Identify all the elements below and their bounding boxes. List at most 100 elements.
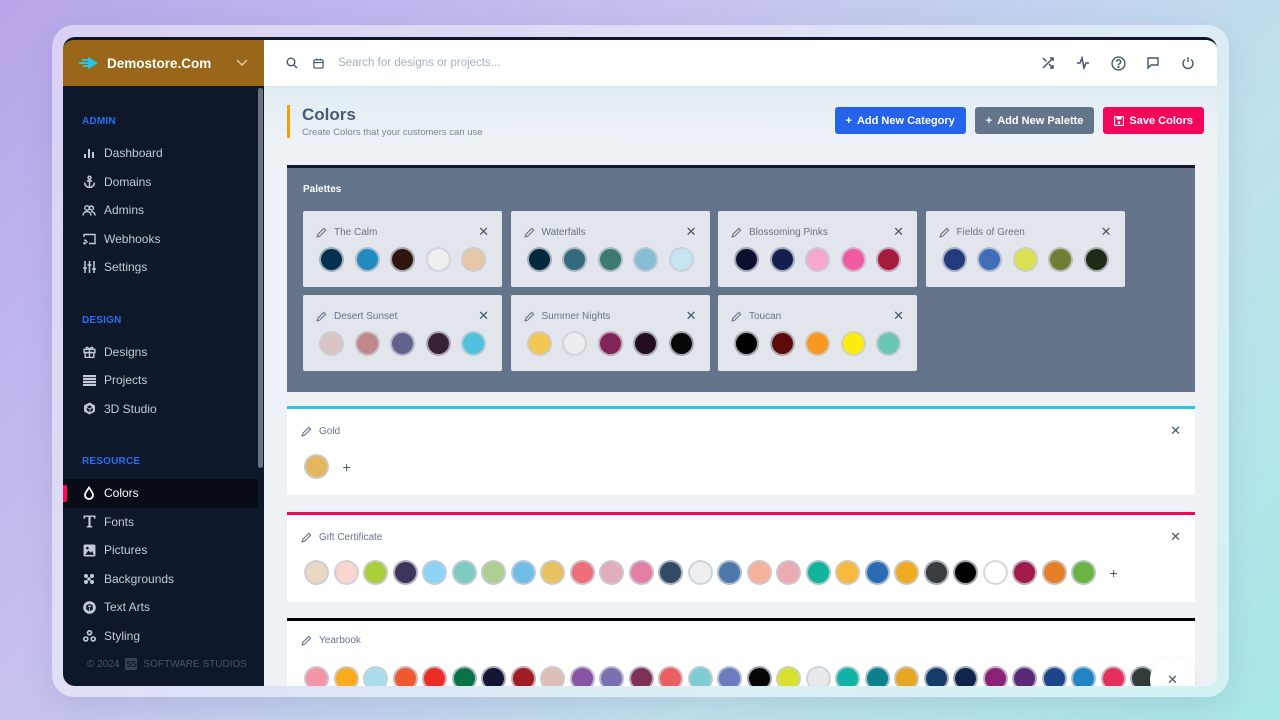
help-icon[interactable]: [1109, 54, 1127, 72]
color-swatch[interactable]: [333, 560, 359, 585]
close-icon[interactable]: ✕: [893, 224, 904, 240]
color-swatch[interactable]: [422, 560, 447, 585]
color-swatch[interactable]: [481, 666, 506, 686]
color-swatch[interactable]: [668, 247, 694, 272]
color-swatch[interactable]: [776, 560, 801, 585]
color-swatch[interactable]: [1041, 666, 1067, 686]
color-swatch[interactable]: [977, 247, 1002, 272]
sidebar-item-admins[interactable]: Admins: [63, 196, 264, 225]
edit-pencil-icon[interactable]: [301, 635, 319, 646]
color-swatch[interactable]: [953, 666, 978, 686]
brand-switcher[interactable]: Demostore.Com: [63, 40, 264, 86]
search-icon[interactable]: [284, 55, 300, 71]
edit-pencil-icon[interactable]: [731, 311, 749, 322]
close-icon[interactable]: ✕: [686, 224, 697, 240]
color-swatch[interactable]: [363, 666, 388, 686]
color-swatch[interactable]: [769, 331, 795, 356]
edit-pencil-icon[interactable]: [316, 311, 334, 322]
color-swatch[interactable]: [510, 560, 536, 585]
color-swatch[interactable]: [628, 560, 654, 585]
color-swatch[interactable]: [805, 247, 830, 272]
color-swatch[interactable]: [304, 454, 329, 479]
color-swatch[interactable]: [333, 666, 359, 686]
color-swatch[interactable]: [1041, 560, 1067, 585]
color-swatch[interactable]: [776, 666, 801, 686]
color-swatch[interactable]: [451, 560, 477, 585]
color-swatch[interactable]: [1071, 560, 1096, 585]
add-color-icon[interactable]: +: [1110, 565, 1118, 581]
close-icon[interactable]: ✕: [1170, 529, 1181, 545]
sidebar-item-dashboard[interactable]: Dashboard: [63, 139, 264, 168]
color-swatch[interactable]: [425, 331, 451, 356]
calendar-icon[interactable]: [310, 55, 326, 71]
color-swatch[interactable]: [510, 666, 536, 686]
color-swatch[interactable]: [734, 331, 759, 356]
color-swatch[interactable]: [923, 666, 949, 686]
edit-pencil-icon[interactable]: [523, 311, 542, 322]
color-swatch[interactable]: [835, 666, 860, 686]
color-swatch[interactable]: [304, 560, 329, 585]
color-swatch[interactable]: [941, 247, 967, 272]
color-swatch[interactable]: [1083, 247, 1109, 272]
color-swatch[interactable]: [363, 560, 388, 585]
sidebar-item-text-arts[interactable]: Text Arts: [63, 593, 264, 622]
sidebar-item-fonts[interactable]: Fonts: [63, 508, 264, 537]
color-swatch[interactable]: [953, 560, 978, 585]
color-swatch[interactable]: [633, 331, 658, 356]
color-swatch[interactable]: [526, 331, 552, 356]
color-swatch[interactable]: [481, 560, 506, 585]
color-swatch[interactable]: [805, 560, 831, 585]
color-swatch[interactable]: [540, 666, 565, 686]
color-swatch[interactable]: [1012, 560, 1037, 585]
sidebar-item-backgrounds[interactable]: Backgrounds: [63, 565, 264, 594]
close-icon[interactable]: ✕: [893, 308, 904, 324]
close-icon[interactable]: ✕: [478, 308, 489, 324]
color-swatch[interactable]: [746, 666, 772, 686]
sidebar-item-pictures[interactable]: Pictures: [63, 536, 264, 565]
save-colors-button[interactable]: Save Colors: [1103, 107, 1204, 134]
sidebar-item-domains[interactable]: Domains: [63, 168, 264, 197]
color-swatch[interactable]: [354, 247, 380, 272]
color-swatch[interactable]: [876, 247, 901, 272]
color-swatch[interactable]: [805, 666, 831, 686]
color-swatch[interactable]: [840, 247, 866, 272]
edit-pencil-icon[interactable]: [316, 227, 334, 238]
color-swatch[interactable]: [461, 247, 486, 272]
color-swatch[interactable]: [304, 666, 329, 686]
search-input[interactable]: [338, 57, 738, 69]
color-swatch[interactable]: [390, 247, 415, 272]
color-swatch[interactable]: [319, 247, 344, 272]
sidebar-item-colors[interactable]: Colors: [63, 479, 258, 508]
color-swatch[interactable]: [451, 666, 477, 686]
color-swatch[interactable]: [599, 666, 624, 686]
power-icon[interactable]: [1179, 54, 1197, 72]
color-swatch[interactable]: [687, 666, 713, 686]
message-icon[interactable]: [1144, 54, 1162, 72]
color-swatch[interactable]: [876, 331, 901, 356]
color-swatch[interactable]: [569, 560, 595, 585]
close-icon[interactable]: ✕: [1101, 224, 1112, 240]
edit-pencil-icon[interactable]: [523, 227, 542, 238]
color-swatch[interactable]: [1012, 247, 1038, 272]
color-swatch[interactable]: [633, 247, 658, 272]
color-swatch[interactable]: [1012, 666, 1037, 686]
color-swatch[interactable]: [1071, 666, 1096, 686]
color-swatch[interactable]: [864, 560, 890, 585]
color-swatch[interactable]: [717, 560, 742, 585]
color-swatch[interactable]: [540, 560, 565, 585]
color-swatch[interactable]: [864, 666, 890, 686]
color-swatch[interactable]: [805, 331, 830, 356]
color-swatch[interactable]: [562, 331, 587, 356]
color-swatch[interactable]: [894, 666, 919, 686]
color-swatch[interactable]: [390, 331, 415, 356]
sidebar-item-projects[interactable]: Projects: [63, 366, 264, 395]
color-swatch[interactable]: [982, 666, 1008, 686]
color-swatch[interactable]: [319, 331, 344, 356]
color-swatch[interactable]: [526, 247, 552, 272]
shuffle-icon[interactable]: [1039, 54, 1057, 72]
color-swatch[interactable]: [562, 247, 587, 272]
color-swatch[interactable]: [628, 666, 654, 686]
edit-pencil-icon[interactable]: [731, 227, 749, 238]
color-swatch[interactable]: [392, 560, 418, 585]
color-swatch[interactable]: [658, 560, 683, 585]
